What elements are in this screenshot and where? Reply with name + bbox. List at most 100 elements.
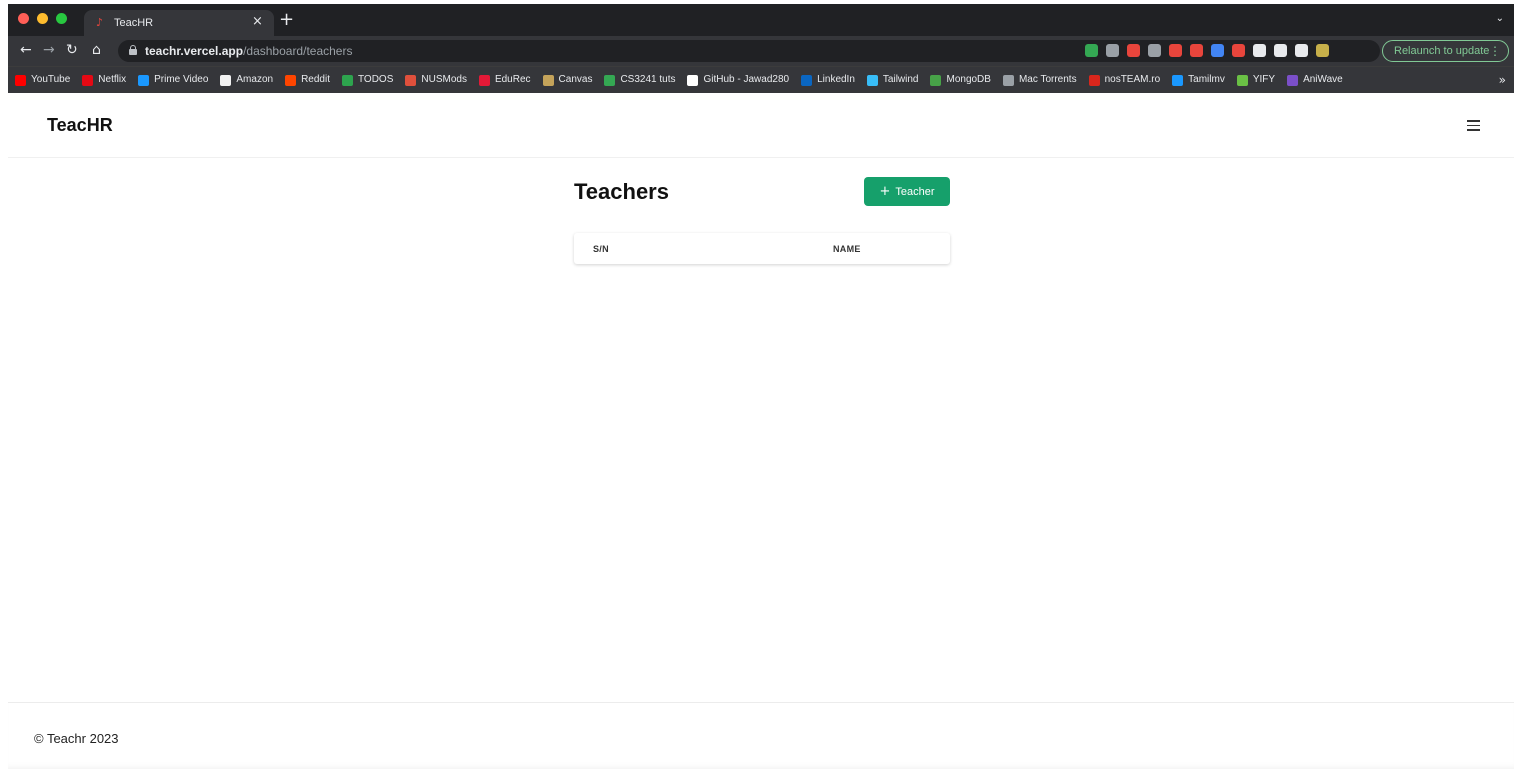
bookmark-label: MongoDB [946, 74, 991, 85]
extension-icon[interactable] [1316, 44, 1329, 57]
bookmark-favicon-icon [285, 74, 297, 86]
bookmark-item[interactable]: Prime Video [138, 74, 208, 86]
browser-menu-icon[interactable]: ⋮ [1489, 41, 1501, 61]
bookmark-label: Reddit [301, 74, 330, 85]
bookmark-label: CS3241 tuts [620, 74, 676, 85]
relaunch-button[interactable]: Relaunch to update ⋮ [1382, 40, 1509, 62]
bookmark-item[interactable]: Amazon [220, 74, 273, 86]
extension-icon[interactable] [1106, 44, 1119, 57]
bookmark-label: LinkedIn [817, 74, 855, 85]
maximize-window-button[interactable] [56, 13, 67, 24]
tab-title: TeacHR [114, 17, 154, 29]
bookmark-item[interactable]: TODOS [341, 74, 393, 86]
bookmark-label: Prime Video [154, 74, 209, 85]
relaunch-label: Relaunch to update [1394, 45, 1490, 57]
extension-icon[interactable] [1190, 44, 1203, 57]
bookmark-label: YouTube [31, 74, 71, 85]
column-header-sn: S/N [593, 244, 609, 254]
bookmark-favicon-icon [801, 74, 813, 86]
bookmark-label: NUSMods [421, 74, 467, 85]
bookmark-favicon-icon [687, 74, 699, 86]
close-window-button[interactable] [18, 13, 29, 24]
bookmark-item[interactable]: Tailwind [866, 74, 919, 86]
bookmark-item[interactable]: EduRec [478, 74, 531, 86]
url-path: /dashboard/teachers [243, 44, 353, 58]
bookmark-label: Mac Torrents [1018, 74, 1077, 85]
bookmark-item[interactable]: NUSMods [405, 74, 467, 86]
extension-icon[interactable] [1274, 44, 1287, 57]
bookmark-item[interactable]: CS3241 tuts [604, 74, 675, 86]
bookmark-item[interactable]: Tamilmv [1172, 74, 1225, 86]
extension-icon[interactable] [1232, 44, 1245, 57]
bookmark-label: Amazon [236, 74, 274, 85]
bookmark-favicon-icon [15, 74, 26, 86]
bookmark-favicon-icon [1088, 74, 1100, 86]
new-tab-icon[interactable]: + [279, 10, 294, 30]
browser-tab[interactable]: ♪ TeacHR × [84, 10, 274, 36]
bookmark-item[interactable]: LinkedIn [801, 74, 855, 86]
page-title: Teachers [574, 179, 669, 204]
bookmark-favicon-icon [478, 74, 490, 86]
extension-icon[interactable] [1295, 44, 1308, 57]
bookmark-item[interactable]: Canvas [542, 74, 593, 86]
minimize-window-button[interactable] [37, 13, 48, 24]
bookmark-favicon-icon [542, 74, 554, 86]
site-header: TeacHR [8, 93, 1514, 158]
reload-icon[interactable]: ↻ [66, 42, 78, 58]
extension-icon[interactable] [1253, 44, 1266, 57]
bookmark-favicon-icon [1287, 74, 1299, 86]
extension-icon[interactable] [1148, 44, 1161, 57]
bookmark-item[interactable]: nosTEAM.ro [1088, 74, 1161, 86]
column-header-name: NAME [833, 244, 861, 254]
browser-toolbar: ← → ↻ ⌂ teachr.vercel.app/dashboard/teac… [8, 36, 1514, 66]
bookmark-favicon-icon [405, 74, 417, 86]
extension-icons [1085, 44, 1329, 57]
bookmark-label: Canvas [558, 74, 593, 85]
bookmark-label: Netflix [98, 74, 127, 85]
more-bookmarks-icon[interactable]: » [1499, 73, 1506, 87]
extension-icon[interactable] [1211, 44, 1224, 57]
browser-window: ♪ TeacHR × + ⌄ ← → ↻ ⌂ teachr.vercel.app… [8, 4, 1514, 93]
bookmark-item[interactable]: YIFY [1236, 74, 1276, 86]
bookmarks-bar: YouTube Netflix Prime Video Amazon Reddit TOD… [8, 66, 1514, 93]
plus-icon: + [879, 184, 891, 199]
url-text[interactable]: teachr.vercel.app/dashboard/teachers [145, 44, 352, 58]
bookmark-favicon-icon [82, 74, 94, 86]
forward-arrow-icon[interactable]: → [43, 42, 55, 58]
tab-search-chevron-icon[interactable]: ⌄ [1496, 13, 1504, 24]
bookmark-label: Tailwind [882, 74, 919, 85]
extension-icon[interactable] [1169, 44, 1182, 57]
tab-close-icon[interactable]: × [252, 15, 263, 29]
bookmark-label: YIFY [1252, 74, 1276, 85]
web-page: TeacHR Teachers + Teacher S/N NAME © Teac… [8, 93, 1514, 769]
tab-favicon-icon: ♪ [96, 16, 104, 29]
bookmark-favicon-icon [1002, 74, 1014, 86]
back-arrow-icon[interactable]: ← [20, 42, 32, 58]
tab-strip: ♪ TeacHR × + ⌄ [8, 4, 1514, 36]
hamburger-menu-icon[interactable] [1467, 120, 1480, 131]
bookmark-favicon-icon [1172, 74, 1184, 86]
bookmark-label: GitHub - Jawad280 [703, 74, 790, 85]
bookmark-item[interactable]: YouTube [15, 74, 70, 86]
extension-icon[interactable] [1127, 44, 1140, 57]
bookmark-favicon-icon [220, 74, 232, 86]
bookmark-favicon-icon [341, 74, 353, 86]
bookmark-item[interactable]: MongoDB [930, 74, 991, 86]
bookmark-favicon-icon [1236, 74, 1248, 86]
brand-logo[interactable]: TeacHR [47, 115, 113, 136]
bookmark-item[interactable]: Netflix [82, 74, 126, 86]
add-teacher-label: Teacher [895, 186, 935, 198]
bookmark-list: YouTube Netflix Prime Video Amazon Reddit TOD… [15, 74, 1343, 86]
add-teacher-button[interactable]: + Teacher [864, 177, 950, 206]
home-icon[interactable]: ⌂ [92, 42, 101, 58]
bookmark-label: Tamilmv [1188, 74, 1225, 85]
bookmark-item[interactable]: GitHub - Jawad280 [687, 74, 789, 86]
bookmark-label: nosTEAM.ro [1104, 74, 1161, 85]
bookmark-item[interactable]: Reddit [285, 74, 330, 86]
extension-icon[interactable] [1085, 44, 1098, 57]
bookmark-item[interactable]: Mac Torrents [1002, 74, 1077, 86]
bookmark-favicon-icon [138, 74, 150, 86]
bookmark-favicon-icon [604, 74, 616, 86]
bookmark-item[interactable]: AniWave [1287, 74, 1343, 86]
lock-icon[interactable] [129, 45, 137, 55]
